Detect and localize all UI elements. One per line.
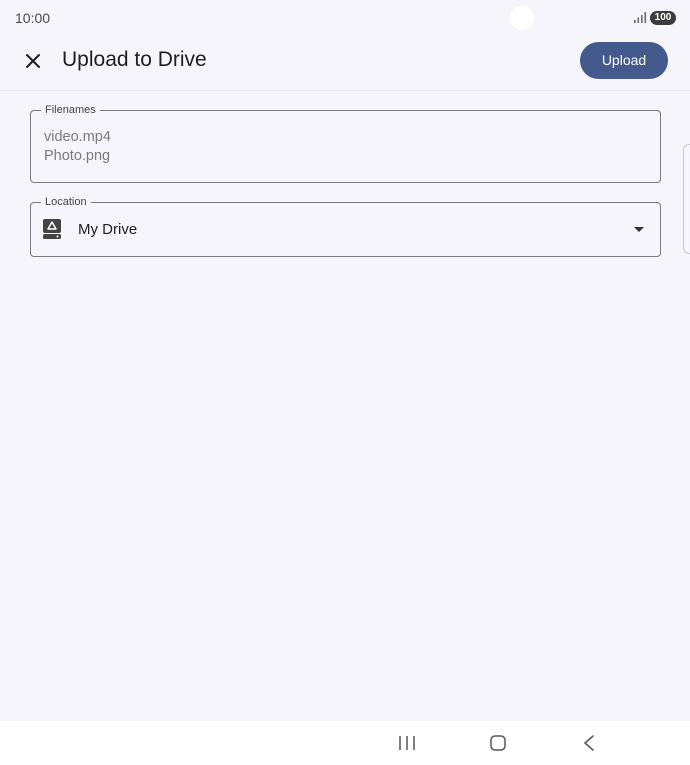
status-time: 10:00	[15, 10, 51, 26]
signal-icon	[634, 12, 647, 23]
page-title: Upload to Drive	[62, 48, 207, 71]
upload-to-drive-screen: 10:00 100 Upload to Drive Upload Filenam…	[0, 0, 690, 765]
drive-icon	[43, 219, 61, 239]
battery-icon: 100	[650, 11, 676, 25]
upload-button[interactable]: Upload	[580, 42, 668, 79]
back-icon[interactable]	[582, 735, 596, 751]
close-icon	[26, 54, 40, 68]
location-label: Location	[41, 195, 91, 209]
status-bar: 10:00 100	[0, 0, 690, 36]
close-button[interactable]	[14, 42, 52, 80]
app-bar-divider	[0, 90, 690, 91]
app-bar: Upload to Drive Upload	[0, 36, 690, 90]
home-icon[interactable]	[490, 735, 506, 751]
filenames-value: video.mp4 Photo.png	[44, 129, 111, 164]
filenames-field[interactable]: Filenames video.mp4 Photo.png	[30, 103, 661, 183]
filenames-label: Filenames	[41, 103, 100, 117]
dropdown-arrow-icon	[634, 227, 644, 232]
location-value: My Drive	[78, 221, 138, 238]
recents-icon[interactable]	[398, 735, 416, 751]
camera-cutout	[510, 6, 534, 30]
system-navigation-bar	[0, 721, 690, 765]
edge-panel-handle[interactable]	[683, 144, 690, 254]
location-dropdown[interactable]: Location My Drive	[30, 195, 661, 257]
